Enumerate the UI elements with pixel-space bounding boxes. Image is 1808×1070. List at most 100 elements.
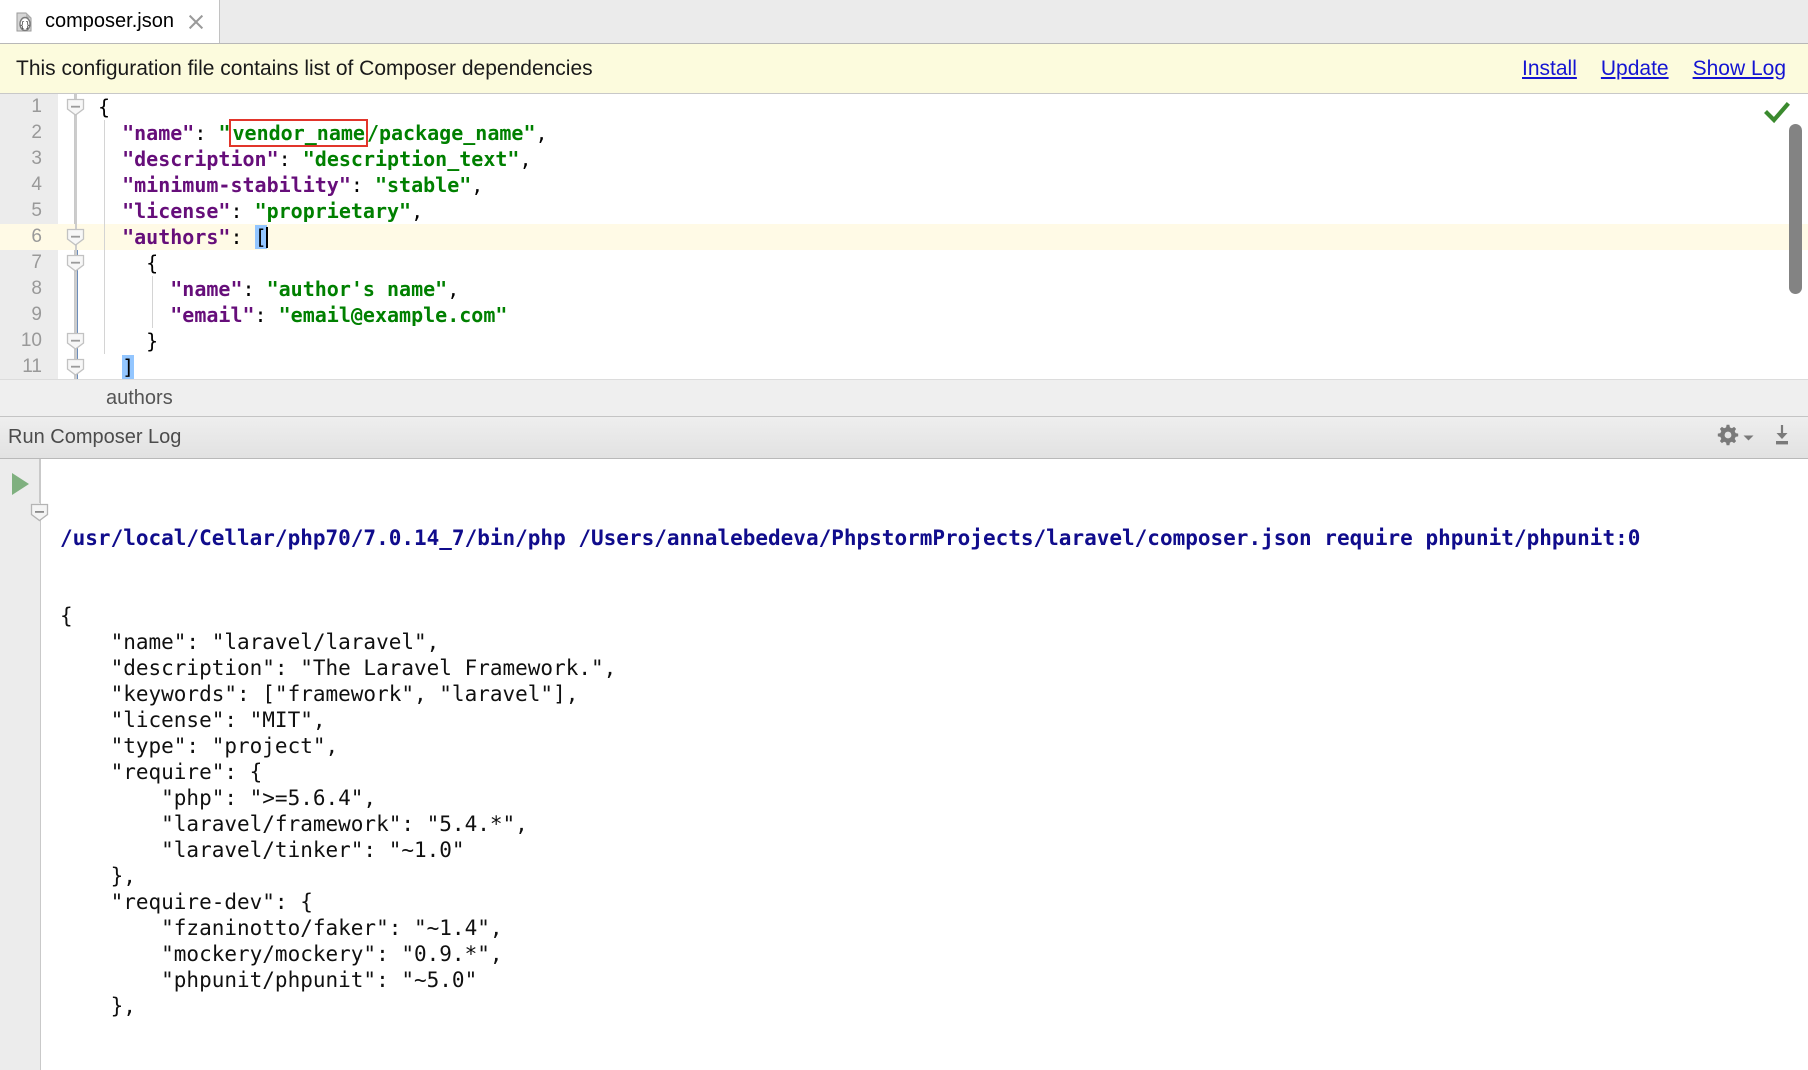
template-variable-highlight: vendor_name bbox=[229, 119, 368, 147]
run-composer-log-header: Run Composer Log bbox=[0, 417, 1808, 459]
code-text: } bbox=[92, 329, 1808, 353]
fold-gutter-cell bbox=[58, 302, 92, 328]
console-log-line: "php": ">=5.6.4", bbox=[60, 786, 377, 810]
matched-brace-highlight: ] bbox=[122, 355, 135, 379]
code-token: , bbox=[411, 199, 424, 223]
console-log-line: "laravel/tinker": "~1.0" bbox=[60, 838, 465, 862]
code-token: "description" bbox=[122, 147, 279, 171]
fold-marker-icon[interactable] bbox=[66, 332, 85, 351]
code-token: "minimum-stability" bbox=[122, 173, 351, 197]
phpstorm-window: {} composer.json This configuration file… bbox=[0, 0, 1808, 1070]
code-text: { bbox=[92, 251, 1808, 275]
line-number: 7 bbox=[31, 252, 42, 273]
code-text: { bbox=[92, 95, 1808, 119]
editor-line: 11 ] bbox=[0, 354, 1808, 379]
editor-scrollbar[interactable] bbox=[1789, 124, 1802, 294]
line-number: 1 bbox=[31, 96, 42, 117]
code-token: , bbox=[519, 147, 532, 171]
fold-connector-line bbox=[75, 120, 77, 146]
green-check-icon[interactable] bbox=[1764, 100, 1790, 126]
code-token: : bbox=[254, 303, 279, 327]
notification-message: This configuration file contains list of… bbox=[16, 56, 593, 80]
code-text: ] bbox=[92, 355, 1808, 379]
console-log-line: }, bbox=[60, 864, 136, 888]
code-token: "proprietary" bbox=[254, 199, 412, 223]
fold-gutter-cell bbox=[58, 250, 92, 276]
console-output: /usr/local/Cellar/php70/7.0.14_7/bin/php… bbox=[42, 459, 1808, 1070]
fold-gutter-cell bbox=[58, 172, 92, 198]
console-log-line: "name": "laravel/laravel", bbox=[60, 630, 440, 654]
fold-marker-icon[interactable] bbox=[66, 254, 85, 273]
line-number: 3 bbox=[31, 148, 42, 169]
install-link[interactable]: Install bbox=[1522, 57, 1577, 81]
code-token: : bbox=[194, 121, 219, 145]
code-token: "name" bbox=[170, 277, 243, 301]
fold-gutter-cell bbox=[58, 146, 92, 172]
console-log-line: "require-dev": { bbox=[60, 890, 313, 914]
fold-connector-line bbox=[75, 276, 77, 302]
console-log-line: "laravel/framework": "5.4.*", bbox=[60, 812, 528, 836]
editor-line: 4 "minimum-stability": "stable", bbox=[0, 172, 1808, 198]
code-token: "author's name" bbox=[266, 277, 448, 301]
fold-connector-line bbox=[75, 146, 77, 172]
fold-gutter-cell bbox=[58, 94, 92, 120]
chevron-down-icon bbox=[1743, 429, 1754, 447]
tool-window-title: Run Composer Log bbox=[8, 426, 182, 448]
code-token: "name" bbox=[122, 121, 195, 145]
editor-line: 9 "email": "email@example.com" bbox=[0, 302, 1808, 328]
update-link[interactable]: Update bbox=[1601, 57, 1669, 81]
code-token: } bbox=[98, 329, 159, 353]
tab-label: composer.json bbox=[45, 10, 174, 32]
editor-line: 3 "description": "description_text", bbox=[0, 146, 1808, 172]
tool-window-actions bbox=[1716, 423, 1794, 452]
editor-line: 6 "authors": [ bbox=[0, 224, 1808, 250]
console-log-line: "description": "The Laravel Framework.", bbox=[60, 656, 617, 680]
code-token: : bbox=[350, 173, 375, 197]
breadcrumb: authors bbox=[0, 379, 1808, 417]
fold-marker-icon[interactable] bbox=[66, 98, 85, 117]
line-number: 9 bbox=[31, 304, 42, 325]
fold-marker-icon[interactable] bbox=[66, 228, 85, 247]
code-token: "email" bbox=[170, 303, 255, 327]
code-token: , bbox=[535, 121, 548, 145]
run-composer-log-console[interactable]: /usr/local/Cellar/php70/7.0.14_7/bin/php… bbox=[0, 459, 1808, 1070]
code-token: , bbox=[447, 277, 460, 301]
fold-gutter-cell bbox=[58, 224, 92, 250]
console-log-line: "require": { bbox=[60, 760, 263, 784]
settings-gear-button[interactable] bbox=[1716, 423, 1754, 452]
code-text: "name": " vendor_name/package_name", bbox=[92, 119, 1808, 147]
code-token: "description_text" bbox=[302, 147, 520, 171]
show-log-link[interactable]: Show Log bbox=[1693, 57, 1786, 81]
console-log-line: "license": "MIT", bbox=[60, 708, 326, 732]
console-fold-line bbox=[39, 459, 41, 503]
code-text: "email": "email@example.com" bbox=[92, 303, 1808, 327]
export-log-button[interactable] bbox=[1770, 423, 1794, 452]
fold-gutter-cell bbox=[58, 120, 92, 146]
editor-line: 5 "license": "proprietary", bbox=[0, 198, 1808, 224]
download-icon bbox=[1770, 423, 1794, 452]
code-token: , bbox=[471, 173, 484, 197]
editor-line: 2 "name": " vendor_name/package_name", bbox=[0, 119, 1808, 147]
code-token: : bbox=[230, 199, 255, 223]
fold-marker-icon[interactable] bbox=[66, 358, 85, 377]
line-number: 11 bbox=[22, 356, 42, 377]
console-log-line: "type": "project", bbox=[60, 734, 339, 758]
code-token: : bbox=[278, 147, 303, 171]
fold-connector-line bbox=[75, 302, 77, 328]
tab-composer-json[interactable]: {} composer.json bbox=[0, 0, 220, 43]
editor-tab-bar: {} composer.json bbox=[0, 0, 1808, 44]
fold-gutter-cell bbox=[58, 276, 92, 302]
close-icon[interactable] bbox=[187, 13, 205, 31]
json-editor[interactable]: 1 {2 "name": " vendor_name/package_name", 3… bbox=[0, 94, 1808, 379]
code-text: "minimum-stability": "stable", bbox=[92, 173, 1808, 197]
console-log-line: }, bbox=[60, 994, 136, 1018]
fold-connector-line bbox=[75, 172, 77, 198]
breadcrumb-item-authors[interactable]: authors bbox=[106, 387, 173, 410]
console-log-line: "fzaninotto/faker": "~1.4", bbox=[60, 916, 503, 940]
fold-gutter-cell bbox=[58, 328, 92, 354]
